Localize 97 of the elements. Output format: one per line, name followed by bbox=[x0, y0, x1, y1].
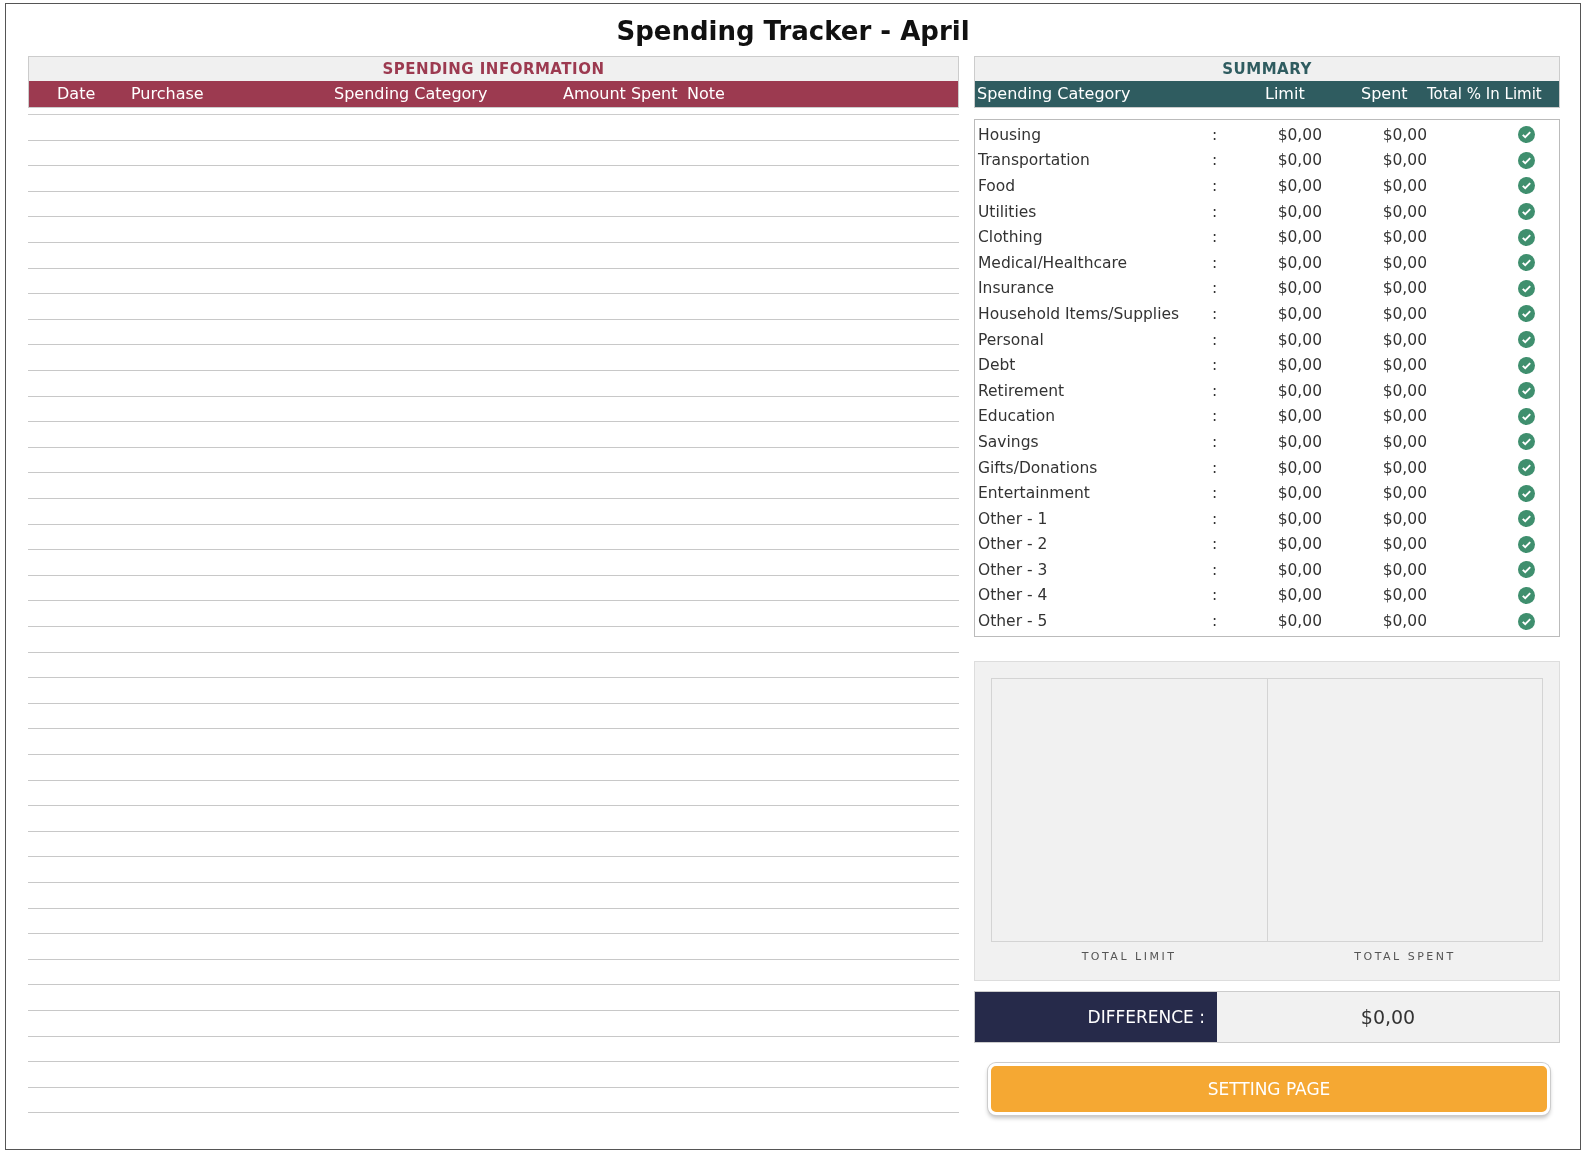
limit-value: $0,00 bbox=[1276, 381, 1322, 400]
column-header: Note bbox=[687, 83, 725, 105]
limit-value: $0,00 bbox=[1276, 432, 1322, 451]
category-label: Transportation bbox=[977, 151, 1091, 170]
limit-value: $0,00 bbox=[1276, 202, 1322, 221]
column-header: Total % In Limit bbox=[1427, 84, 1542, 105]
column-header: Limit bbox=[1265, 83, 1305, 105]
category-label: Other - 3 bbox=[977, 560, 1049, 579]
limit-value: $0,00 bbox=[1276, 253, 1322, 272]
spent-value: $0,00 bbox=[1381, 560, 1427, 579]
limit-value: $0,00 bbox=[1276, 586, 1322, 605]
difference-label: DIFFERENCE : bbox=[975, 991, 1217, 1042]
spent-value: $0,00 bbox=[1381, 356, 1427, 375]
limit-value: $0,00 bbox=[1276, 177, 1322, 195]
spent-value: $0,00 bbox=[1381, 304, 1427, 323]
limit-value: $0,00 bbox=[1276, 560, 1322, 579]
spent-value: $0,00 bbox=[1381, 151, 1427, 170]
spent-value: $0,00 bbox=[1381, 228, 1427, 247]
column-header: Spent bbox=[1361, 83, 1408, 105]
category-label: Food bbox=[977, 177, 1017, 195]
limit-value: $0,00 bbox=[1276, 228, 1322, 247]
spent-value: $0,00 bbox=[1381, 484, 1427, 503]
separator-colon: : bbox=[1212, 586, 1219, 605]
chart-axis-label: TOTAL LIMIT bbox=[1080, 950, 1178, 964]
column-header: Purchase bbox=[131, 83, 204, 105]
spent-value: $0,00 bbox=[1381, 535, 1427, 554]
category-label: Savings bbox=[977, 432, 1040, 451]
section-heading: SPENDING INFORMATION bbox=[381, 59, 606, 80]
category-label: Retirement bbox=[977, 381, 1066, 400]
separator-colon: : bbox=[1212, 125, 1219, 144]
category-label: Medical/Healthcare bbox=[977, 253, 1129, 272]
separator-colon: : bbox=[1212, 432, 1219, 451]
category-label: Gifts/Donations bbox=[977, 458, 1099, 477]
spent-value: $0,00 bbox=[1381, 330, 1427, 349]
separator-colon: : bbox=[1212, 535, 1219, 554]
limit-value: $0,00 bbox=[1276, 535, 1322, 554]
spent-value: $0,00 bbox=[1381, 612, 1427, 631]
separator-colon: : bbox=[1212, 612, 1219, 631]
spent-value: $0,00 bbox=[1381, 586, 1427, 605]
limit-value: $0,00 bbox=[1276, 125, 1322, 144]
category-label: Insurance bbox=[977, 279, 1056, 298]
page-title: Spending Tracker - April bbox=[615, 15, 971, 48]
category-label: Other - 2 bbox=[977, 535, 1049, 554]
separator-colon: : bbox=[1212, 484, 1219, 503]
column-header: Date bbox=[57, 83, 96, 105]
category-label: Household Items/Supplies bbox=[977, 304, 1181, 323]
separator-colon: : bbox=[1212, 458, 1219, 477]
section-heading: SUMMARY bbox=[1221, 59, 1313, 80]
separator-colon: : bbox=[1212, 177, 1219, 195]
limit-value: $0,00 bbox=[1276, 458, 1322, 477]
setting-page-button[interactable]: SETTING PAGE bbox=[988, 1062, 1550, 1115]
spent-value: $0,00 bbox=[1381, 253, 1427, 272]
separator-colon: : bbox=[1212, 228, 1219, 247]
chart-axis-label: TOTAL SPENT bbox=[1353, 950, 1457, 964]
separator-colon: : bbox=[1212, 279, 1219, 298]
limit-value: $0,00 bbox=[1276, 612, 1322, 631]
spent-value: $0,00 bbox=[1381, 407, 1427, 426]
separator-colon: : bbox=[1212, 407, 1219, 426]
limit-value: $0,00 bbox=[1276, 407, 1322, 426]
category-label: Entertainment bbox=[977, 484, 1091, 503]
separator-colon: : bbox=[1212, 560, 1219, 579]
limit-value: $0,00 bbox=[1276, 330, 1322, 349]
separator-colon: : bbox=[1212, 509, 1219, 528]
category-label: Other - 5 bbox=[977, 612, 1049, 631]
limit-value: $0,00 bbox=[1276, 279, 1322, 298]
separator-colon: : bbox=[1212, 356, 1219, 375]
spent-value: $0,00 bbox=[1381, 432, 1427, 451]
limit-value: $0,00 bbox=[1276, 151, 1322, 170]
category-label: Utilities bbox=[977, 202, 1038, 221]
category-label: Other - 4 bbox=[977, 586, 1049, 605]
separator-colon: : bbox=[1212, 381, 1219, 400]
limit-value: $0,00 bbox=[1276, 509, 1322, 528]
separator-colon: : bbox=[1212, 330, 1219, 349]
category-label: Education bbox=[977, 407, 1057, 426]
separator-colon: : bbox=[1212, 151, 1219, 170]
separator-colon: : bbox=[1212, 304, 1219, 323]
limit-value: $0,00 bbox=[1276, 484, 1322, 503]
limit-value: $0,00 bbox=[1276, 356, 1322, 375]
separator-colon: : bbox=[1212, 202, 1219, 221]
category-label: Personal bbox=[977, 330, 1045, 349]
category-label: Debt bbox=[977, 356, 1017, 375]
difference-value: $0,00 bbox=[1217, 991, 1559, 1042]
category-label: Other - 1 bbox=[977, 509, 1049, 528]
column-header: Amount Spent bbox=[563, 83, 678, 105]
column-header: Spending Category bbox=[977, 83, 1131, 105]
spent-value: $0,00 bbox=[1381, 509, 1427, 528]
spent-value: $0,00 bbox=[1381, 381, 1427, 400]
column-header: Spending Category bbox=[334, 83, 488, 105]
spent-value: $0,00 bbox=[1381, 177, 1427, 195]
spent-value: $0,00 bbox=[1381, 279, 1427, 298]
spent-value: $0,00 bbox=[1381, 125, 1427, 144]
limit-value: $0,00 bbox=[1276, 304, 1322, 323]
category-label: Clothing bbox=[977, 228, 1044, 247]
spent-value: $0,00 bbox=[1381, 458, 1427, 477]
spent-value: $0,00 bbox=[1381, 202, 1427, 221]
separator-colon: : bbox=[1212, 253, 1219, 272]
category-label: Housing bbox=[977, 125, 1042, 144]
